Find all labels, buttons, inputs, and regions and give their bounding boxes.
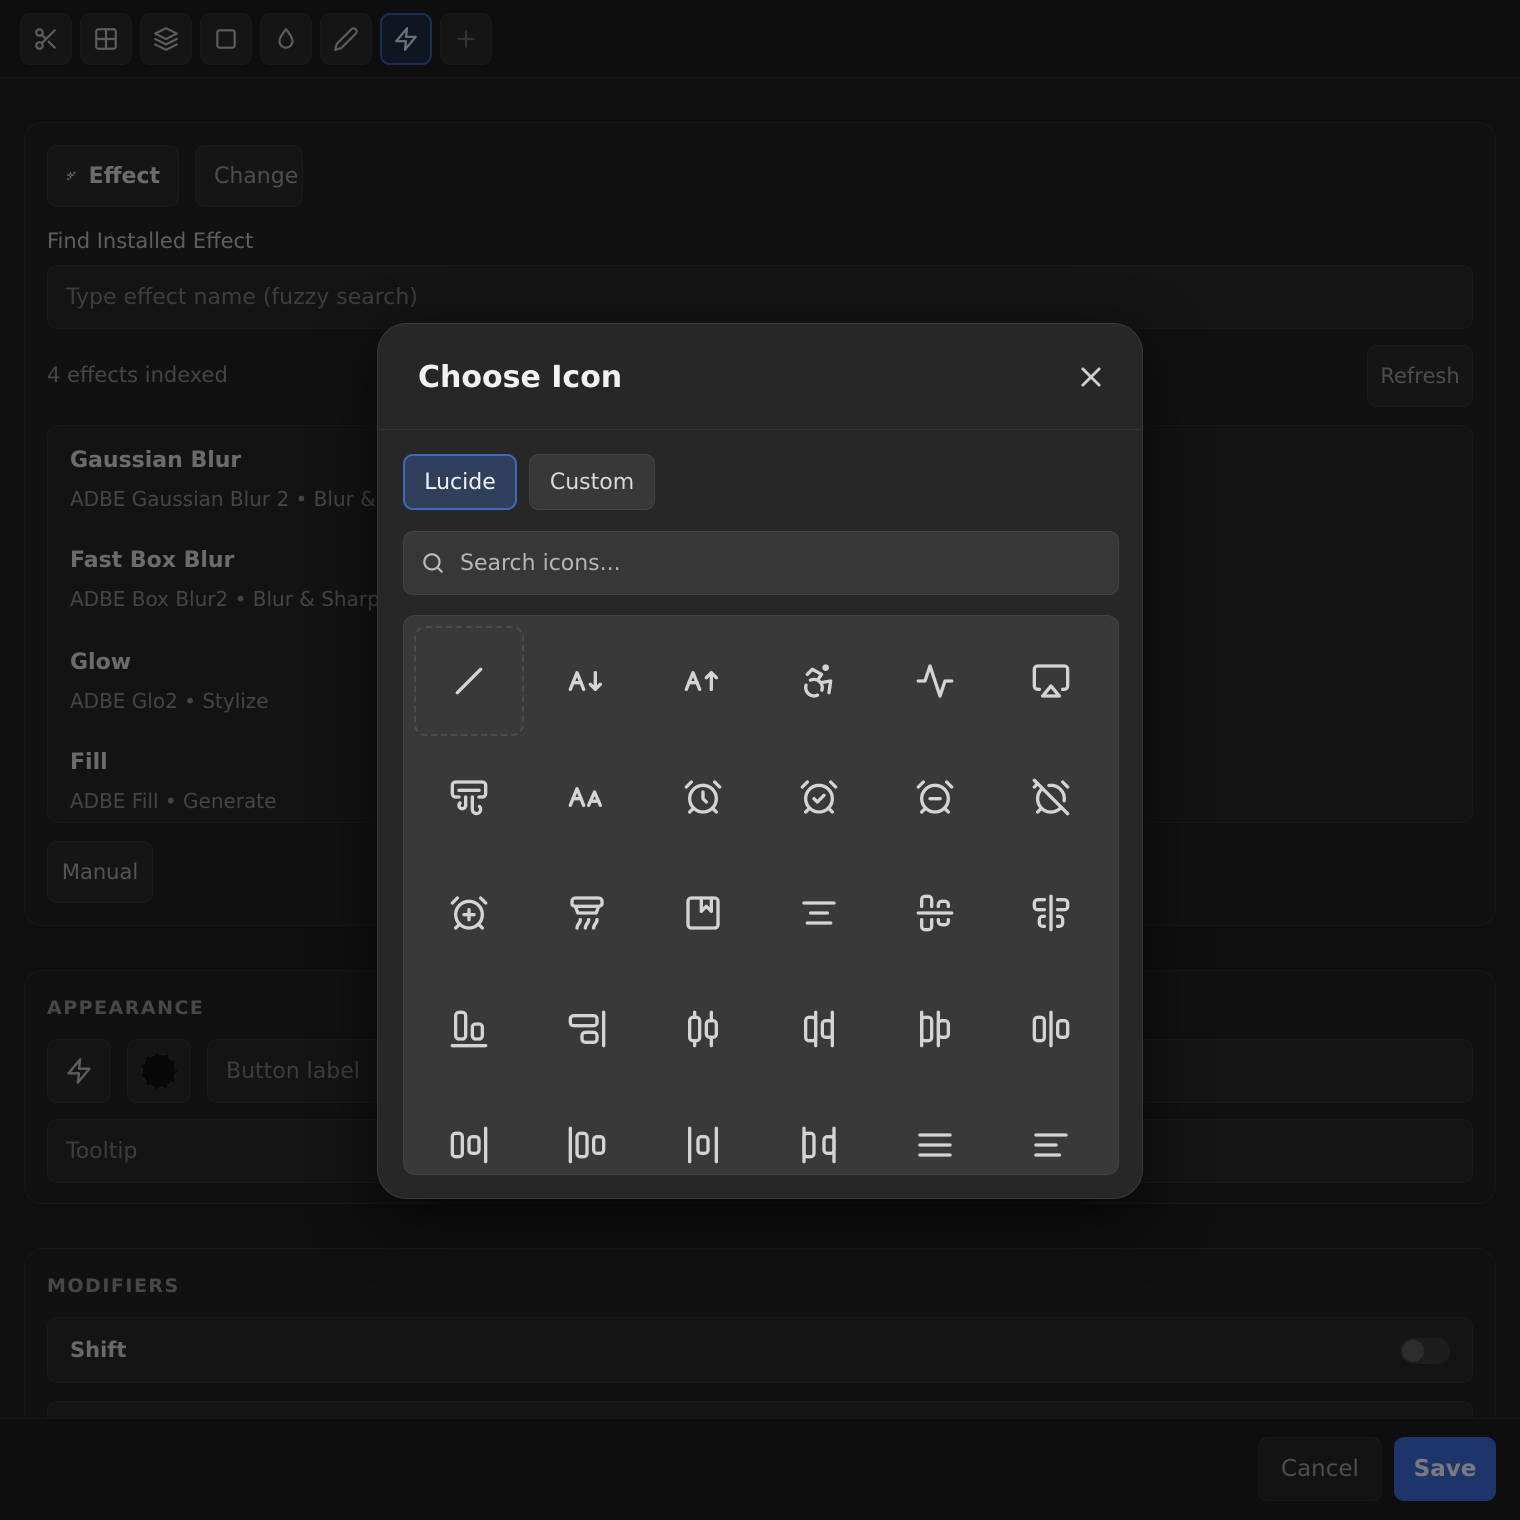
icon-option[interactable] (532, 626, 642, 736)
dialog-title: Choose Icon (418, 360, 623, 395)
icon-option[interactable] (996, 742, 1106, 852)
icon-option[interactable] (414, 742, 524, 852)
album-icon (686, 896, 720, 930)
tab-lucide[interactable]: Lucide (403, 454, 517, 510)
icon-grid (403, 615, 1119, 1175)
accessibility-icon (804, 664, 833, 698)
a-arrow-up-icon (684, 671, 718, 691)
align-center-icon (802, 901, 836, 925)
icon-option[interactable] (764, 858, 874, 968)
close-button[interactable] (1074, 360, 1108, 394)
icon-option[interactable] (414, 974, 524, 1084)
align-center-horizontal-icon (916, 894, 954, 932)
icon-option[interactable] (414, 626, 524, 736)
icon-option[interactable] (764, 1090, 874, 1174)
close-icon (1081, 367, 1101, 387)
icon-option[interactable] (996, 1090, 1106, 1174)
icon-option[interactable] (764, 974, 874, 1084)
align-end-vertical-icon (568, 1010, 606, 1048)
alarm-clock-off-icon (1032, 778, 1070, 816)
icon-option[interactable] (880, 626, 990, 736)
icon-option[interactable] (648, 1090, 758, 1174)
align-center-vertical-icon (1032, 894, 1070, 932)
icon-option[interactable] (648, 742, 758, 852)
icon-option[interactable] (648, 974, 758, 1084)
none-icon (455, 667, 483, 695)
icon-option[interactable] (532, 1090, 642, 1174)
icon-option[interactable] (996, 858, 1106, 968)
icon-option[interactable] (648, 858, 758, 968)
icon-option[interactable] (414, 1090, 524, 1174)
icon-search-box (403, 531, 1119, 595)
icon-option[interactable] (880, 858, 990, 968)
icon-option[interactable] (880, 1090, 990, 1174)
choose-icon-dialog: Choose Icon Lucide Custom (377, 323, 1143, 1199)
alarm-clock-plus-icon (450, 896, 488, 930)
icon-option[interactable] (880, 974, 990, 1084)
search-icon (423, 553, 443, 573)
a-large-small-icon (568, 787, 602, 807)
align-end-horizontal-icon (450, 1010, 488, 1048)
app-window: Effect Change Find Installed Effect Type… (0, 0, 1520, 1520)
alarm-clock-icon (684, 780, 722, 814)
align-horizontal-space-around-icon (688, 1126, 718, 1164)
icon-option[interactable] (648, 626, 758, 736)
align-horizontal-space-between-icon (802, 1126, 836, 1164)
align-justify-icon (918, 1133, 952, 1157)
airplay-icon (1032, 664, 1070, 698)
icon-option[interactable] (532, 974, 642, 1084)
icon-search-input[interactable] (460, 550, 1080, 576)
icon-option[interactable] (532, 858, 642, 968)
alarm-clock-check-icon (800, 780, 838, 814)
air-vent-icon (450, 780, 488, 816)
icon-option[interactable] (996, 626, 1106, 736)
align-horizontal-distribute-center-icon (688, 1010, 718, 1048)
align-horizontal-distribute-end-icon (804, 1010, 834, 1048)
a-arrow-down-icon (568, 671, 602, 691)
icon-option[interactable] (996, 974, 1106, 1084)
dialog-header: Choose Icon (378, 324, 1142, 430)
align-horizontal-distribute-start-icon (920, 1010, 950, 1048)
tab-custom[interactable]: Custom (529, 454, 655, 510)
align-horizontal-justify-end-icon (450, 1126, 488, 1164)
icon-option[interactable] (764, 742, 874, 852)
icon-option[interactable] (414, 858, 524, 968)
align-horizontal-justify-center-icon (1032, 1010, 1070, 1048)
activity-icon (916, 664, 954, 698)
alarm-smoke-icon (570, 896, 604, 930)
align-left-icon (1034, 1133, 1068, 1157)
icon-option[interactable] (532, 742, 642, 852)
align-horizontal-justify-start-icon (568, 1126, 606, 1164)
alarm-clock-minus-icon (916, 780, 954, 814)
icon-option[interactable] (764, 626, 874, 736)
icon-option[interactable] (880, 742, 990, 852)
